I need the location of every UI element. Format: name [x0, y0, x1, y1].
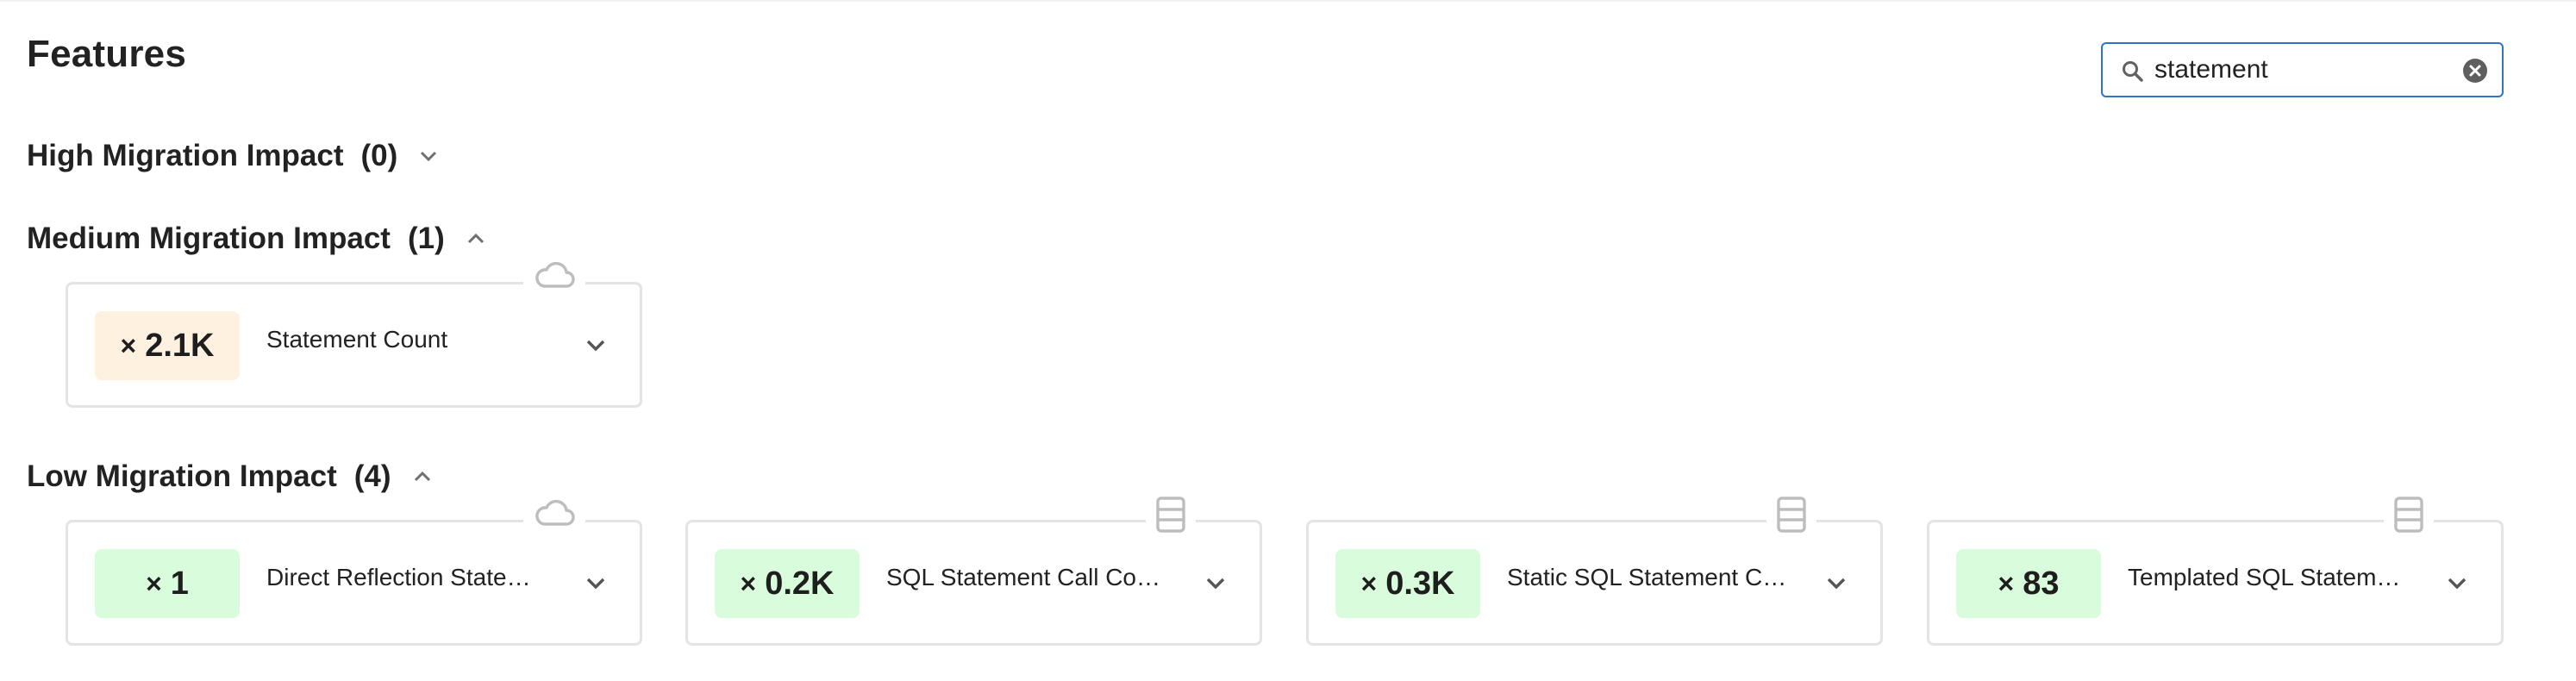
feature-card[interactable]: × 83 Templated SQL Statem…	[1927, 497, 2504, 646]
count-badge: × 1	[95, 549, 240, 618]
feature-label: Direct Reflection State…	[266, 564, 531, 590]
count-badge: × 83	[1956, 549, 2101, 618]
chevron-down-icon[interactable]	[583, 332, 609, 358]
search-field[interactable]	[2101, 42, 2504, 97]
chevron-down-icon[interactable]	[1823, 570, 1849, 596]
cloud-icon	[523, 497, 585, 528]
database-icon	[2384, 497, 2434, 533]
feature-card[interactable]: × 0.3K Static SQL Statement C…	[1306, 497, 1883, 646]
count-badge: × 0.2K	[715, 549, 860, 618]
chevron-down-icon[interactable]	[2444, 570, 2470, 596]
feature-label: SQL Statement Call Cou…	[886, 564, 1171, 590]
database-icon	[1766, 497, 1816, 533]
count-value: 0.3K	[1385, 565, 1455, 602]
count-value: 0.2K	[765, 565, 835, 602]
section-count: (4)	[353, 459, 391, 493]
search-icon	[2120, 59, 2146, 84]
chevron-up-icon[interactable]	[466, 228, 486, 249]
cloud-icon	[523, 259, 585, 290]
section-low-migration-impact[interactable]: Low Migration Impact (4)	[27, 459, 433, 494]
multiplier-sign: ×	[146, 567, 162, 599]
feature-label: Templated SQL Statem…	[2128, 564, 2401, 590]
chevron-down-icon[interactable]	[418, 146, 439, 166]
count-value: 83	[2023, 565, 2060, 602]
section-count: (1)	[407, 222, 445, 255]
section-count: (0)	[360, 139, 398, 172]
top-divider	[0, 0, 2576, 2]
clear-search-icon[interactable]	[2462, 58, 2488, 84]
multiplier-sign: ×	[1360, 567, 1378, 599]
multiplier-sign: ×	[120, 329, 137, 361]
section-title: Low Migration Impact	[27, 459, 337, 493]
feature-card[interactable]: × 1 Direct Reflection State…	[66, 497, 642, 646]
feature-card[interactable]: × 0.2K SQL Statement Call Cou…	[685, 497, 1262, 646]
count-badge: × 2.1K	[95, 311, 240, 380]
database-icon	[1146, 497, 1196, 533]
search-input[interactable]	[2154, 51, 2448, 89]
feature-label: Static SQL Statement C…	[1507, 564, 1787, 590]
count-value: 2.1K	[145, 327, 215, 364]
chevron-down-icon[interactable]	[1203, 570, 1229, 596]
count-value: 1	[170, 565, 189, 602]
page-title: Features	[27, 33, 187, 75]
multiplier-sign: ×	[1998, 567, 2015, 599]
section-title: High Migration Impact	[27, 139, 344, 172]
count-badge: × 0.3K	[1335, 549, 1480, 618]
chevron-up-icon[interactable]	[412, 466, 433, 487]
feature-card[interactable]: × 2.1K Statement Count	[66, 259, 642, 408]
section-title: Medium Migration Impact	[27, 222, 391, 255]
section-medium-migration-impact[interactable]: Medium Migration Impact (1)	[27, 222, 486, 256]
section-high-migration-impact[interactable]: High Migration Impact (0)	[27, 139, 439, 173]
chevron-down-icon[interactable]	[583, 570, 609, 596]
multiplier-sign: ×	[740, 567, 757, 599]
feature-label: Statement Count	[266, 326, 448, 353]
